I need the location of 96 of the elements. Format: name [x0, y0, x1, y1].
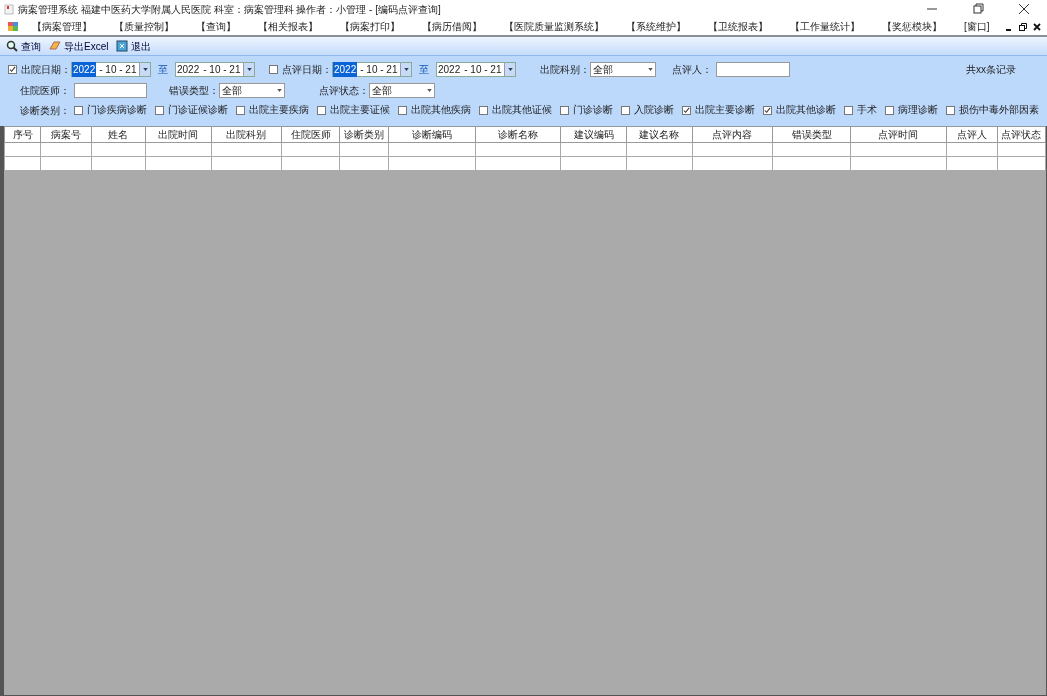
- caret-icon: [507, 68, 513, 71]
- checkbox[interactable]: [236, 105, 245, 115]
- toolbar-button[interactable]: 退出: [116, 38, 152, 54]
- checkbox-label: 入院诊断: [634, 102, 674, 117]
- checkbox-label: 损伤中毒外部因素: [959, 102, 1039, 117]
- checkbox-label: 出院其他证候: [492, 102, 552, 117]
- caret-icon: [142, 68, 148, 71]
- menu-item[interactable]: 【查询】: [196, 19, 236, 34]
- window-title: 病案管理系统 福建中医药大学附属人民医院 科室：病案管理科 操作者：小管理 - [编码点评查询]: [18, 2, 441, 17]
- dropdown-button[interactable]: [243, 63, 254, 76]
- dropdown[interactable]: 全部: [590, 62, 656, 77]
- field-label: 出院日期：: [21, 63, 71, 77]
- column-header[interactable]: 出院科别: [211, 126, 282, 143]
- date-field[interactable]: 2022 - 10 - 21: [436, 62, 516, 77]
- checkbox[interactable]: [479, 105, 488, 115]
- column-header[interactable]: 点评人: [946, 126, 998, 143]
- caret-icon: [403, 68, 409, 71]
- checkbox[interactable]: [946, 105, 955, 115]
- column-header[interactable]: 住院医师: [281, 126, 340, 143]
- date-field[interactable]: 2022 - 10 - 21: [175, 62, 255, 77]
- dropdown-button[interactable]: [139, 63, 150, 76]
- checkbox[interactable]: [8, 65, 17, 74]
- column-header[interactable]: 错误类型: [772, 126, 851, 143]
- column-header[interactable]: 点评时间: [850, 126, 947, 143]
- checkbox-label: 出院其他疾病: [411, 102, 471, 117]
- menu-item[interactable]: 【相关报表】: [258, 19, 318, 34]
- menu-item[interactable]: [窗口]: [964, 19, 990, 34]
- checkbox[interactable]: [398, 105, 407, 115]
- checkbox[interactable]: [844, 105, 853, 115]
- checkbox-label: 门诊诊断: [573, 102, 613, 117]
- checkbox[interactable]: [885, 105, 894, 115]
- menu-item[interactable]: 【病案打印】: [340, 19, 400, 34]
- checkbox[interactable]: [155, 105, 164, 115]
- caret-icon: [277, 89, 282, 92]
- column-header[interactable]: 病案号: [40, 126, 92, 143]
- column-header[interactable]: 点评状态: [997, 126, 1046, 143]
- column-header[interactable]: 诊断编码: [388, 126, 476, 143]
- toolbar-button[interactable]: 导出Excel: [49, 38, 109, 54]
- app-icon: [4, 3, 14, 15]
- date-field[interactable]: 2022 - 10 - 21: [332, 62, 412, 77]
- column-header[interactable]: 建议编码: [560, 126, 627, 143]
- toolbar-button[interactable]: 查询: [6, 38, 41, 54]
- column-header[interactable]: 诊断名称: [475, 126, 561, 143]
- field-label: 错误类型：: [169, 84, 219, 98]
- close-icon[interactable]: [1033, 22, 1041, 31]
- range-separator: 至: [419, 63, 429, 77]
- checkbox[interactable]: [560, 105, 569, 115]
- close-icon: [116, 40, 129, 52]
- field-label: 诊断类别：: [20, 103, 70, 118]
- input-field[interactable]: [74, 83, 147, 98]
- menu-item[interactable]: 【卫统报表】: [708, 19, 768, 34]
- checkbox-label: 出院主要诊断: [695, 102, 755, 117]
- menu-item[interactable]: 【系统维护】: [626, 19, 686, 34]
- range-separator: 至: [158, 63, 168, 77]
- caret-icon: [427, 89, 432, 92]
- field-label: 点评日期：: [282, 63, 332, 77]
- checkbox[interactable]: [621, 105, 630, 115]
- checkbox-label: 门诊疾病诊断: [87, 102, 147, 117]
- column-header[interactable]: 点评内容: [692, 126, 773, 143]
- dropdown[interactable]: 全部: [369, 83, 435, 98]
- column-header[interactable]: 出院时间: [145, 126, 212, 143]
- record-count: 共xx条记录: [966, 63, 1016, 77]
- menu-item[interactable]: 【奖惩模块】: [882, 19, 942, 34]
- checkbox-label: 出院其他诊断: [776, 102, 836, 117]
- menu-item[interactable]: 【医院质量监测系统】: [504, 19, 604, 34]
- checkbox[interactable]: [682, 105, 691, 115]
- checkbox[interactable]: [317, 105, 326, 115]
- field-label: 出院科别：: [540, 63, 590, 77]
- checkbox[interactable]: [763, 105, 772, 115]
- menu-item[interactable]: 【质量控制】: [114, 19, 174, 34]
- dropdown-button[interactable]: [504, 63, 515, 76]
- field-label: 点评状态：: [319, 84, 369, 98]
- column-header[interactable]: 序号: [4, 126, 41, 143]
- input-field[interactable]: [716, 62, 790, 77]
- column-header[interactable]: 诊断类别: [339, 126, 389, 143]
- column-header[interactable]: 姓名: [91, 126, 145, 143]
- checkbox-label: 门诊证候诊断: [168, 102, 228, 117]
- field-label: 点评人：: [672, 63, 712, 77]
- checkbox[interactable]: [269, 65, 278, 74]
- checkbox-label: 出院主要疾病: [249, 102, 309, 117]
- dropdown-button[interactable]: [400, 63, 411, 76]
- restore-icon[interactable]: [1019, 22, 1027, 31]
- caret-icon: [246, 68, 252, 71]
- date-field[interactable]: 2022 - 10 - 21: [71, 62, 151, 77]
- field-label: 住院医师：: [20, 84, 70, 98]
- menu-item[interactable]: 【病历借阅】: [422, 19, 482, 34]
- checkbox-label: 出院主要证候: [330, 102, 390, 117]
- checkbox-label: 手术: [857, 102, 877, 117]
- dropdown[interactable]: 全部: [219, 83, 285, 98]
- caret-icon: [648, 68, 653, 71]
- column-header[interactable]: 建议名称: [626, 126, 693, 143]
- search-icon: [6, 40, 18, 52]
- checkbox[interactable]: [74, 105, 83, 115]
- menu-item[interactable]: 【工作量统计】: [790, 19, 860, 34]
- checkbox-label: 病理诊断: [898, 102, 938, 117]
- menu-item[interactable]: 【病案管理】: [32, 19, 92, 34]
